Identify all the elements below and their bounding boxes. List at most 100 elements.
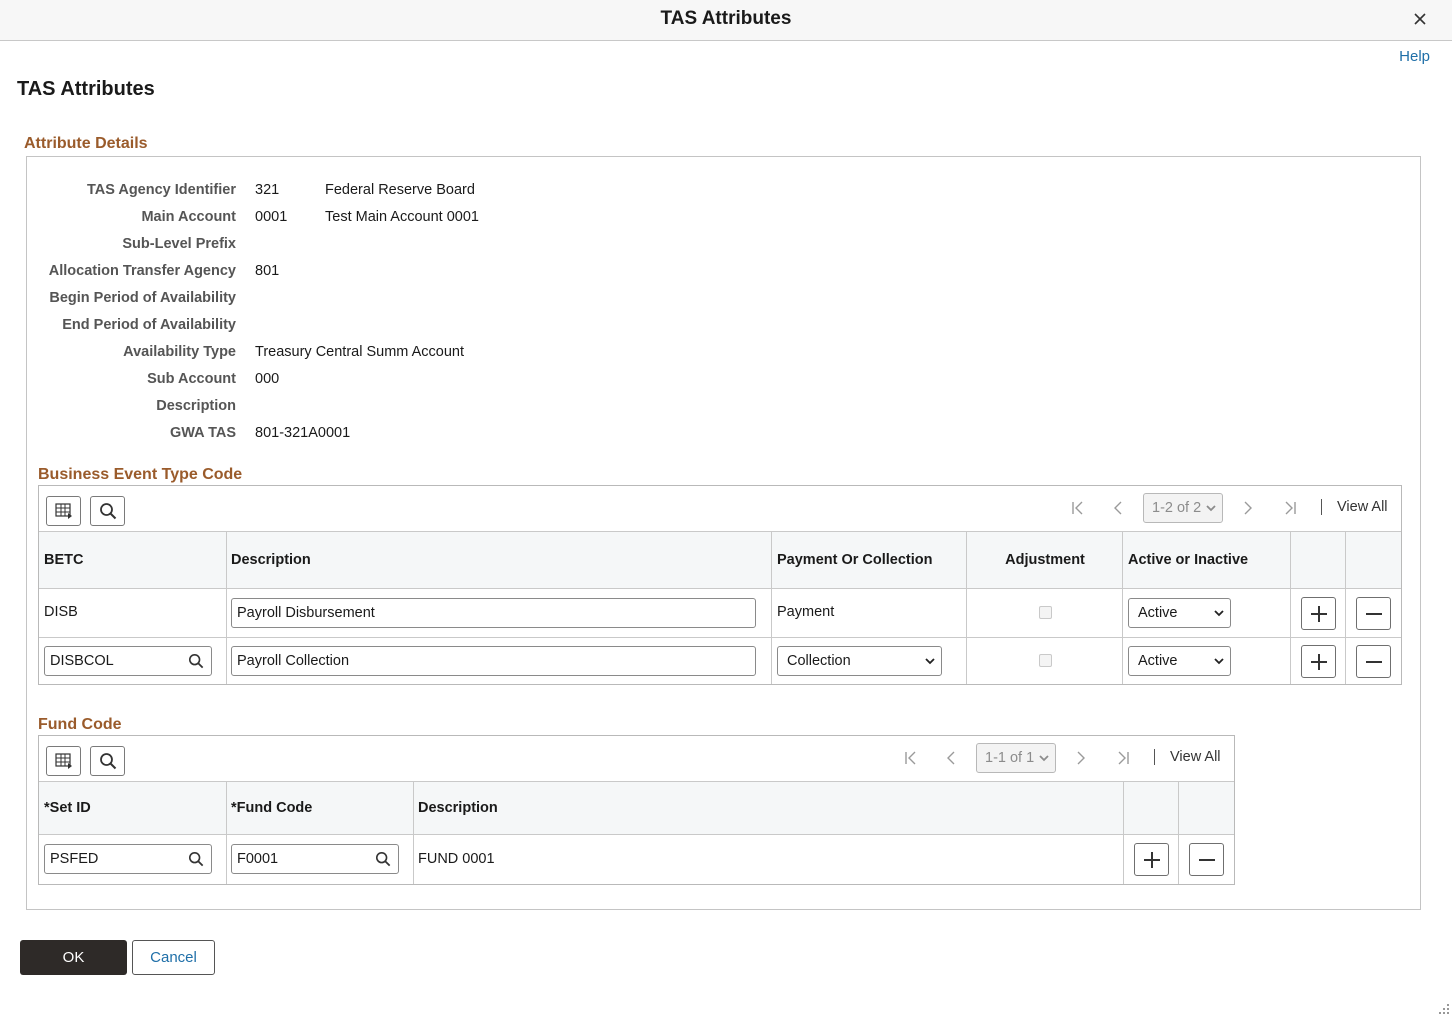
minus-icon: [1365, 660, 1382, 663]
dialog-titlebar: TAS Attributes: [0, 0, 1452, 41]
cancel-button[interactable]: Cancel: [132, 940, 215, 975]
payment-or-collection-value: Payment: [777, 604, 835, 620]
chevron-down-icon: [1214, 610, 1224, 617]
column-divider: [1178, 782, 1179, 884]
first-page-icon[interactable]: [1069, 499, 1087, 517]
set-id-input[interactable]: PSFED: [44, 844, 212, 874]
adjustment-checkbox[interactable]: [1039, 606, 1052, 619]
delete-row-button[interactable]: [1189, 843, 1224, 876]
grid-settings-icon: [54, 503, 72, 519]
column-header-status: Active or Inactive: [1128, 552, 1249, 568]
description-input[interactable]: Payroll Collection: [231, 646, 756, 676]
field-label: Allocation Transfer Agency: [48, 263, 236, 279]
attribute-details-title: Attribute Details: [24, 135, 148, 152]
grid-settings-icon: [54, 753, 72, 769]
view-all-link[interactable]: View All: [1170, 749, 1221, 765]
search-icon[interactable]: [188, 653, 204, 669]
next-page-icon[interactable]: [1239, 499, 1257, 517]
adjustment-checkbox[interactable]: [1039, 654, 1052, 667]
status-select[interactable]: Active: [1128, 598, 1231, 628]
minus-icon: [1365, 612, 1382, 615]
field-label: Begin Period of Availability: [49, 290, 236, 306]
field-value: 801: [255, 263, 280, 279]
set-id-input-value: PSFED: [50, 851, 99, 867]
field-value: Treasury Central Summ Account: [255, 344, 464, 360]
column-divider: [966, 532, 967, 684]
find-in-grid-button[interactable]: [90, 496, 125, 526]
ok-button[interactable]: OK: [20, 940, 127, 975]
personalize-grid-button[interactable]: [46, 496, 81, 526]
column-divider: [1122, 532, 1123, 684]
payment-or-collection-select[interactable]: Collection: [777, 646, 942, 676]
betc-grid-toolbar: 1-2 of 2 View All: [39, 486, 1401, 532]
first-page-icon[interactable]: [902, 749, 920, 767]
dialog-title: TAS Attributes: [660, 8, 792, 29]
field-label: End Period of Availability: [62, 317, 236, 333]
field-value: 801-321A0001: [255, 425, 351, 441]
field-label: GWA TAS: [169, 425, 236, 441]
column-header-description: Description: [231, 552, 311, 568]
betc-input[interactable]: DISBCOL: [44, 646, 212, 676]
chevron-down-icon: [1214, 658, 1224, 665]
status-select-value: Active: [1138, 605, 1178, 621]
help-link[interactable]: Help: [1399, 48, 1430, 65]
last-page-icon[interactable]: [1281, 499, 1299, 517]
fund-code-section-title: Fund Code: [38, 716, 122, 733]
page-range-select[interactable]: 1-2 of 2: [1143, 493, 1223, 523]
pager-separator: [1321, 499, 1322, 515]
find-in-grid-button[interactable]: [90, 746, 125, 776]
column-header-fund-code: *Fund Code: [231, 800, 313, 816]
previous-page-icon[interactable]: [942, 749, 960, 767]
description-input[interactable]: Payroll Disbursement: [231, 598, 756, 628]
field-value-description: Test Main Account 0001: [325, 209, 479, 225]
column-divider: [1290, 532, 1291, 684]
view-all-link[interactable]: View All: [1337, 499, 1388, 515]
page-range-label: 1-2 of 2: [1152, 500, 1202, 516]
row-divider: [39, 637, 1401, 638]
chevron-down-icon: [925, 658, 935, 665]
plus-icon: [1143, 851, 1160, 868]
add-row-button[interactable]: [1301, 597, 1336, 630]
search-icon[interactable]: [188, 851, 204, 867]
search-icon[interactable]: [375, 851, 391, 867]
column-divider: [226, 782, 227, 884]
fund-code-input[interactable]: F0001: [231, 844, 399, 874]
minus-icon: [1198, 858, 1215, 861]
fund-grid-header: *Set ID *Fund Code Description: [39, 782, 1234, 835]
pager-separator: [1154, 749, 1155, 765]
payment-or-collection-select-value: Collection: [787, 653, 851, 669]
previous-page-icon[interactable]: [1109, 499, 1127, 517]
status-select[interactable]: Active: [1128, 646, 1231, 676]
close-icon[interactable]: [1410, 9, 1430, 29]
next-page-icon[interactable]: [1072, 749, 1090, 767]
column-divider: [771, 532, 772, 684]
page-range-label: 1-1 of 1: [985, 750, 1035, 766]
column-divider: [1345, 532, 1346, 684]
column-divider: [1123, 782, 1124, 884]
betc-grid-header: BETC Description Payment Or Collection A…: [39, 532, 1401, 589]
field-value: 0001: [255, 209, 288, 225]
personalize-grid-button[interactable]: [46, 746, 81, 776]
column-header-adjustment: Adjustment: [1005, 552, 1085, 568]
fund-description-value: FUND 0001: [418, 851, 495, 867]
resize-grip-icon[interactable]: [1438, 1003, 1450, 1015]
column-header-payment-or-collection: Payment Or Collection: [777, 552, 933, 568]
delete-row-button[interactable]: [1356, 597, 1391, 630]
betc-section-title: Business Event Type Code: [38, 466, 243, 483]
fund-grid-toolbar: 1-1 of 1 View All: [39, 736, 1234, 782]
plus-icon: [1310, 605, 1327, 622]
delete-row-button[interactable]: [1356, 645, 1391, 678]
field-label: Sub-Level Prefix: [122, 236, 236, 252]
chevron-down-icon: [1039, 755, 1049, 762]
last-page-icon[interactable]: [1114, 749, 1132, 767]
field-value: 000: [255, 371, 280, 387]
field-label: Availability Type: [123, 344, 236, 360]
betc-grid: 1-2 of 2 View All BETC Description Payme…: [38, 485, 1402, 685]
field-value-description: Federal Reserve Board: [325, 182, 475, 198]
add-row-button[interactable]: [1134, 843, 1169, 876]
fund-code-grid: 1-1 of 1 View All *Set ID *Fund Code Des…: [38, 735, 1235, 885]
page-range-select[interactable]: 1-1 of 1: [976, 743, 1056, 773]
betc-input-value: DISBCOL: [50, 653, 114, 669]
column-header-betc: BETC: [44, 552, 84, 568]
add-row-button[interactable]: [1301, 645, 1336, 678]
